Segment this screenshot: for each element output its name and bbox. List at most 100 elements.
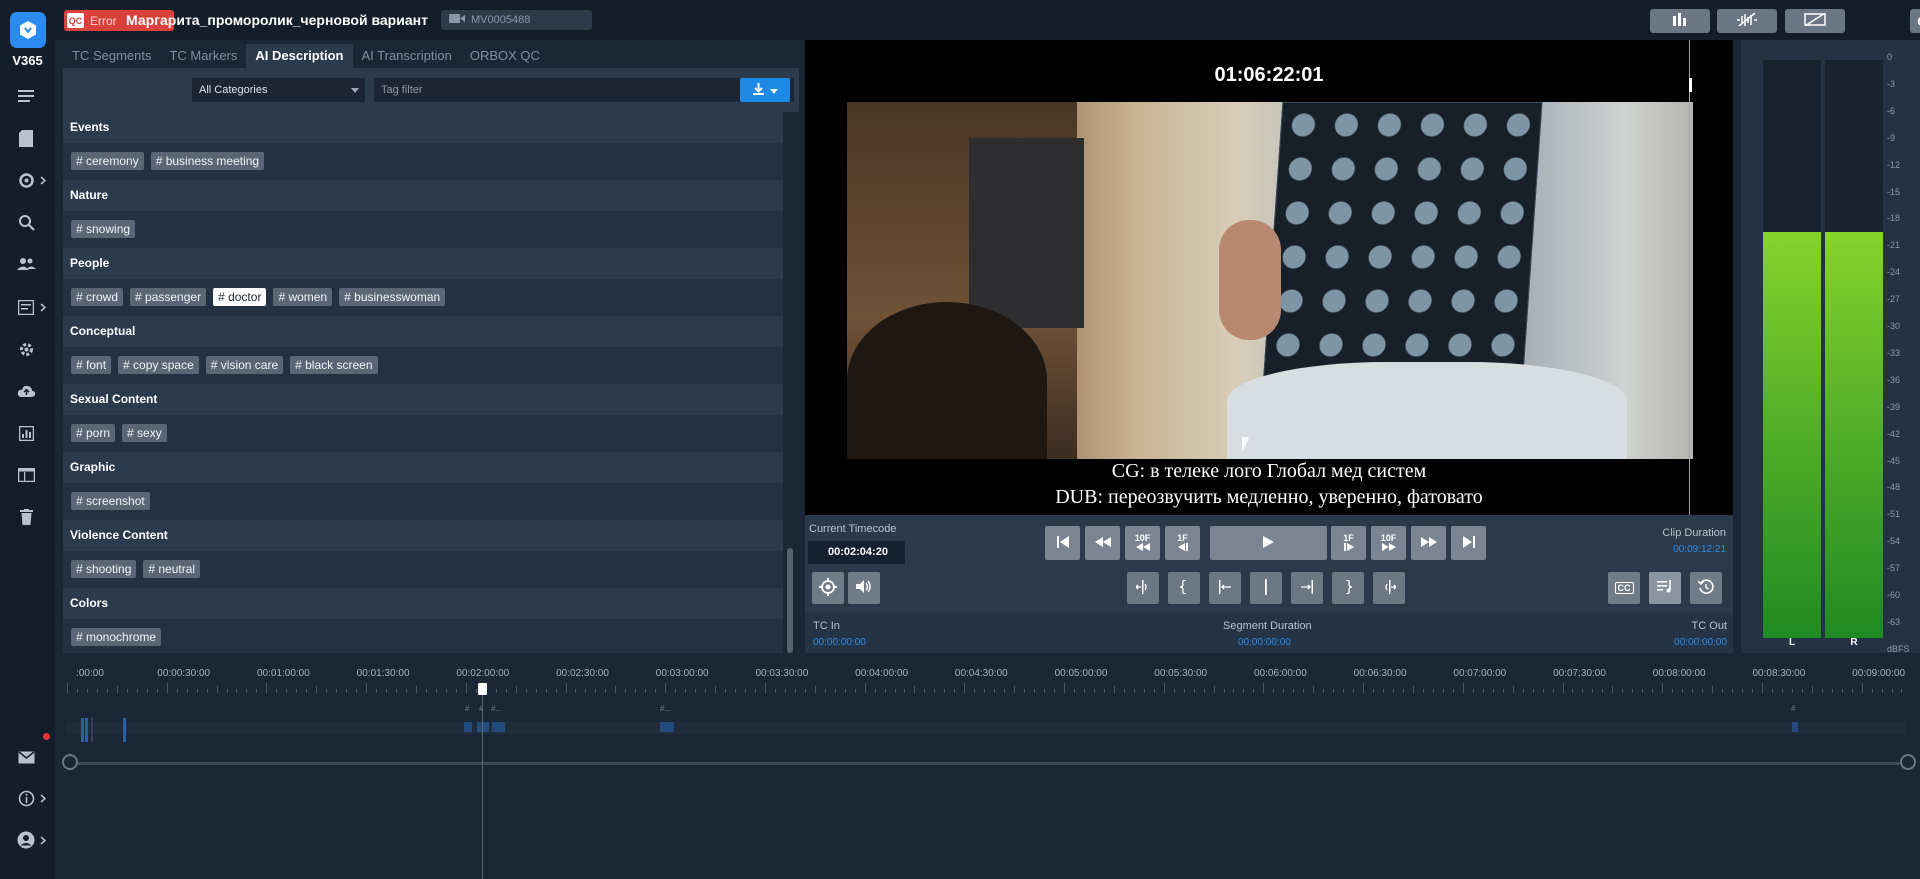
timeline-time-label: 00:04:00:00 bbox=[855, 668, 909, 679]
timeline-tick bbox=[625, 689, 627, 693]
timeline-time-label: 00:08:30:00 bbox=[1752, 668, 1806, 679]
menu-icon[interactable] bbox=[15, 85, 37, 107]
layout-bars-button[interactable] bbox=[1650, 9, 1710, 33]
marker-track[interactable] bbox=[67, 718, 1907, 742]
play-button[interactable] bbox=[1210, 526, 1327, 560]
tag-chip[interactable]: # crowd bbox=[71, 288, 124, 306]
tab-ai-transcription[interactable]: AI Transcription bbox=[353, 44, 461, 68]
timeline-tick bbox=[1402, 689, 1404, 693]
audio-meters: L R 0 -3 -6 -9 -12 -15 -18 -21 -24 -27 -30 -33 -36 -3… bbox=[1741, 40, 1920, 654]
go-to-end-button[interactable] bbox=[1451, 526, 1486, 560]
tag-chip[interactable]: # business meeting bbox=[150, 152, 265, 170]
tab-tc-segments[interactable]: TC Segments bbox=[63, 44, 160, 68]
tag-chip[interactable]: # snowing bbox=[71, 220, 136, 238]
tag-chip[interactable]: # ceremony bbox=[71, 152, 144, 170]
close-button[interactable]: Close bbox=[1910, 9, 1920, 33]
tab-ai-description[interactable]: AI Description bbox=[246, 44, 353, 68]
tag-chip[interactable]: # sexy bbox=[122, 424, 167, 442]
timeline-zoom-track[interactable] bbox=[70, 762, 1910, 765]
tab-tc-markers[interactable]: TC Markers bbox=[160, 44, 246, 68]
marker[interactable] bbox=[81, 718, 84, 742]
rewind-button[interactable] bbox=[1085, 526, 1120, 560]
timeline-tick bbox=[405, 689, 407, 693]
timeline-tick bbox=[1731, 689, 1733, 693]
tag-chip[interactable]: # businesswoman bbox=[339, 288, 446, 306]
tag-chip[interactable]: # women bbox=[273, 288, 333, 306]
marker[interactable] bbox=[85, 718, 88, 742]
mark-out-button[interactable] bbox=[1332, 572, 1364, 604]
set-in-point-button[interactable] bbox=[1209, 572, 1241, 604]
mark-in-button[interactable] bbox=[1168, 572, 1200, 604]
download-button[interactable] bbox=[740, 78, 790, 102]
timeline-tick bbox=[525, 689, 527, 693]
volume-button[interactable] bbox=[848, 572, 880, 604]
tag-chip[interactable]: # porn bbox=[71, 424, 116, 442]
toggle-waveform-button[interactable] bbox=[1717, 9, 1777, 33]
tag-chip[interactable]: # passenger bbox=[130, 288, 207, 306]
reset-button[interactable] bbox=[1690, 572, 1722, 604]
forward-1-frame-button[interactable]: 1F bbox=[1331, 526, 1366, 560]
timeline-tick bbox=[1073, 689, 1075, 693]
tag-filter-input[interactable] bbox=[374, 78, 794, 102]
tasks-icon[interactable] bbox=[15, 296, 37, 318]
ai-tag-marker[interactable] bbox=[464, 722, 472, 732]
tag-chip[interactable]: # monochrome bbox=[71, 628, 162, 646]
out-point-icon bbox=[1300, 579, 1314, 597]
playhead-handle[interactable] bbox=[478, 683, 487, 695]
tag-chip[interactable]: # vision care bbox=[205, 356, 284, 374]
marker[interactable] bbox=[91, 718, 93, 742]
mail-icon[interactable] bbox=[15, 746, 37, 768]
tab-orbox-qc[interactable]: ORBOX QC bbox=[461, 44, 549, 68]
timeline-ruler[interactable] bbox=[67, 683, 1917, 693]
timeline-tick bbox=[774, 689, 776, 693]
playlist-button[interactable] bbox=[1649, 572, 1681, 604]
back-1-frame-button[interactable]: 1F bbox=[1165, 526, 1200, 560]
back-10-frames-button[interactable]: 10F bbox=[1125, 526, 1160, 560]
trash-icon[interactable] bbox=[15, 506, 37, 528]
scrollbar-thumb[interactable] bbox=[787, 548, 793, 653]
upload-icon[interactable] bbox=[15, 380, 37, 402]
video-player[interactable]: 01:06:22:01 CG: в телеке лого Глобал мед… bbox=[805, 40, 1733, 515]
tag-chip[interactable]: # black screen bbox=[290, 356, 378, 374]
timeline-tick bbox=[1632, 689, 1634, 693]
forward-10-frames-button[interactable]: 10F bbox=[1371, 526, 1406, 560]
go-to-in-point-button[interactable] bbox=[1127, 572, 1159, 604]
tag-chip[interactable]: # shooting bbox=[71, 560, 137, 578]
sync-target-button[interactable] bbox=[812, 572, 844, 604]
add-marker-button[interactable] bbox=[1250, 572, 1282, 604]
category-select[interactable]: All Categories bbox=[192, 78, 365, 102]
tag-chip[interactable]: # copy space bbox=[118, 356, 199, 374]
set-out-point-button[interactable] bbox=[1291, 572, 1323, 604]
zoom-end-handle[interactable] bbox=[1900, 754, 1916, 770]
ai-tag-marker[interactable] bbox=[660, 722, 674, 732]
library-icon[interactable] bbox=[15, 127, 37, 149]
ai-tag-marker[interactable] bbox=[492, 722, 505, 732]
go-to-start-button[interactable] bbox=[1045, 526, 1080, 560]
schedule-icon[interactable] bbox=[15, 464, 37, 486]
current-timecode-value[interactable]: 00:02:04:20 bbox=[808, 541, 905, 564]
dashboard-icon[interactable] bbox=[15, 169, 37, 191]
fast-forward-button[interactable] bbox=[1411, 526, 1446, 560]
tag-chip[interactable]: # font bbox=[71, 356, 112, 374]
tag-chip[interactable]: # neutral bbox=[143, 560, 201, 578]
app-logo[interactable] bbox=[10, 12, 46, 48]
timeline[interactable]: :00:00 00:00:30:00 00:01:00:00 00:01:30:00 0… bbox=[55, 653, 1920, 879]
search-icon[interactable] bbox=[15, 211, 37, 233]
account-icon[interactable] bbox=[15, 829, 37, 851]
tag-chip[interactable]: # doctor bbox=[213, 288, 267, 306]
db-scale-label: -57 bbox=[1887, 563, 1901, 574]
go-to-out-point-button[interactable] bbox=[1373, 572, 1405, 604]
marker[interactable] bbox=[123, 718, 126, 742]
zoom-start-handle[interactable] bbox=[62, 754, 78, 770]
info-icon[interactable] bbox=[15, 787, 37, 809]
ai-tag-marker[interactable] bbox=[477, 722, 489, 732]
ai-tag-marker[interactable] bbox=[1792, 722, 1798, 732]
category-list-scrollbar[interactable] bbox=[785, 112, 795, 653]
toggle-panel-button[interactable] bbox=[1785, 9, 1845, 33]
users-icon[interactable] bbox=[15, 253, 37, 275]
reports-icon[interactable] bbox=[15, 422, 37, 444]
category-tags: # ceremony # business meeting bbox=[63, 143, 783, 180]
tag-chip[interactable]: # screenshot bbox=[71, 492, 150, 510]
closed-captions-button[interactable]: CC bbox=[1608, 572, 1640, 604]
settings-icon[interactable] bbox=[15, 338, 37, 360]
